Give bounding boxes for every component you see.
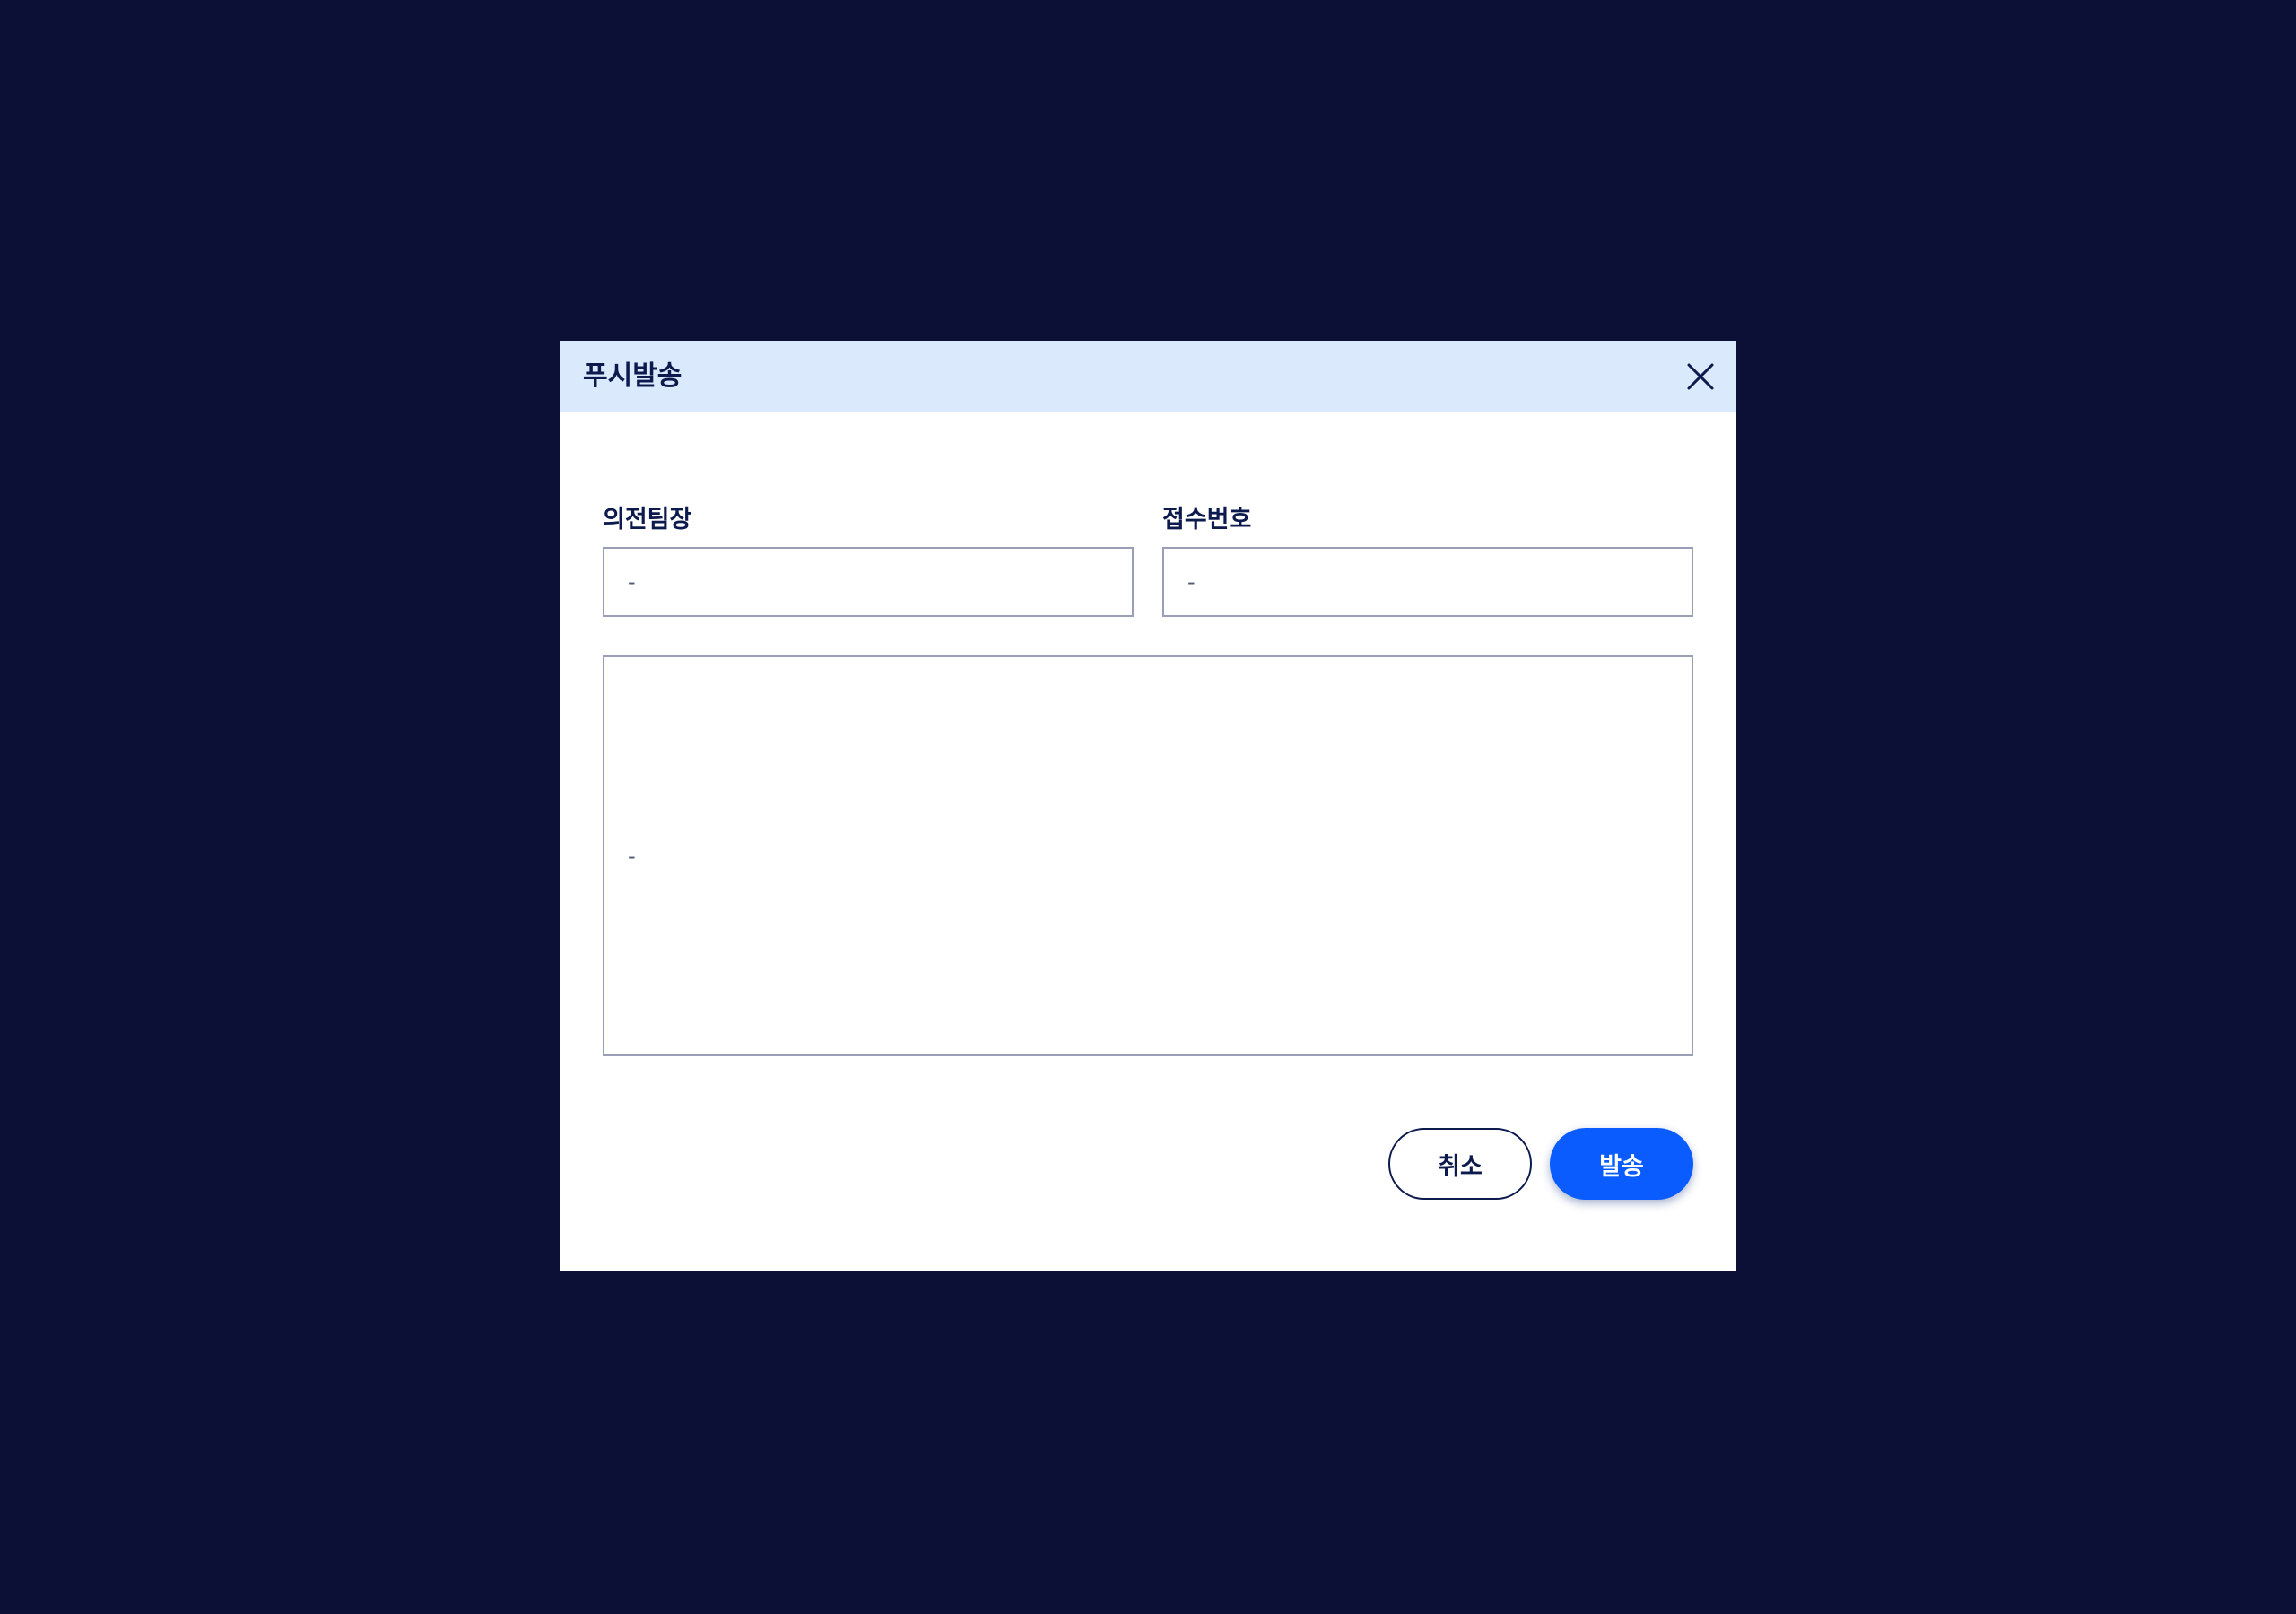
message-text: - <box>628 843 636 869</box>
close-button[interactable] <box>1679 355 1722 398</box>
receipt-number-input[interactable] <box>1162 547 1693 617</box>
close-icon <box>1687 363 1714 390</box>
message-textarea[interactable]: - <box>603 655 1693 1056</box>
team-leader-label: 의전팀장 <box>603 506 692 534</box>
push-send-dialog: 푸시발송 의전팀장 접수번호 - 취소 발송 <box>560 341 1736 1271</box>
send-button[interactable]: 발송 <box>1550 1128 1693 1200</box>
receipt-number-label: 접수번호 <box>1162 506 1252 534</box>
dialog-title: 푸시발송 <box>583 360 683 392</box>
dialog-header: 푸시발송 <box>560 341 1736 412</box>
team-leader-input[interactable] <box>603 547 1134 617</box>
cancel-button[interactable]: 취소 <box>1388 1128 1532 1200</box>
